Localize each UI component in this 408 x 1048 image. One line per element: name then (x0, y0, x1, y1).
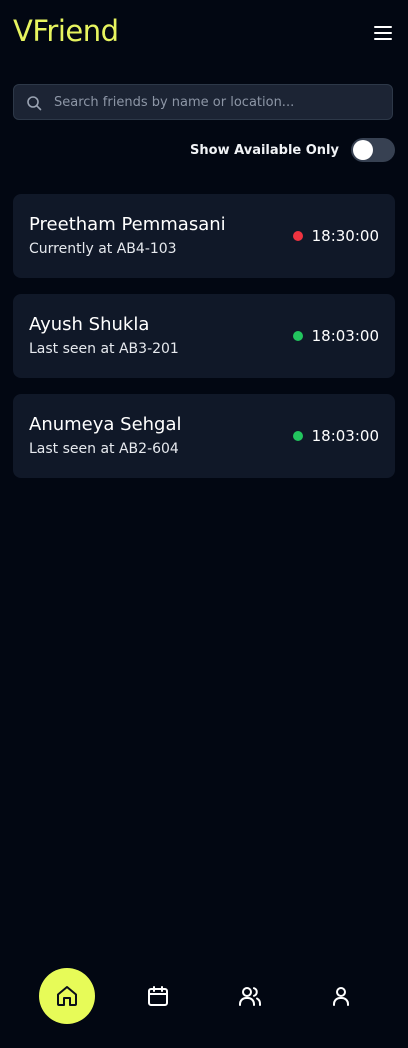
nav-profile-button[interactable] (313, 968, 369, 1024)
home-icon (57, 986, 77, 1006)
friend-location: Last seen at AB3-201 (29, 341, 179, 357)
friend-status: 18:03:00 (292, 427, 379, 445)
friend-card[interactable]: Preetham Pemmasani Currently at AB4-103 … (13, 194, 395, 278)
friend-name: Ayush Shukla (29, 314, 150, 335)
friend-location: Currently at AB4-103 (29, 241, 177, 257)
menu-button[interactable] (374, 25, 392, 41)
calendar-icon (148, 986, 168, 1006)
friend-card[interactable]: Ayush Shukla Last seen at AB3-201 18:03:… (13, 294, 395, 378)
nav-friends-button[interactable] (222, 968, 278, 1024)
friend-card[interactable]: Anumeya Sehgal Last seen at AB2-604 18:0… (13, 394, 395, 478)
friend-status: 18:03:00 (292, 327, 379, 345)
friend-name: Anumeya Sehgal (29, 414, 182, 435)
friend-time: 18:03:00 (311, 327, 379, 345)
bottom-nav (0, 965, 408, 1027)
friend-time: 18:03:00 (311, 427, 379, 445)
available-filter: Show Available Only (190, 138, 395, 162)
friend-name: Preetham Pemmasani (29, 214, 226, 235)
nav-home-button[interactable] (39, 968, 95, 1024)
friend-time: 18:30:00 (311, 227, 379, 245)
nav-calendar-button[interactable] (130, 968, 186, 1024)
header: VFriend (0, 0, 408, 70)
available-filter-label: Show Available Only (190, 142, 339, 158)
friend-status: 18:30:00 (292, 227, 379, 245)
status-dot (292, 231, 303, 241)
friend-location: Last seen at AB2-604 (29, 441, 179, 457)
app-screen: VFriend Show Available Only Preetham Pem… (0, 0, 408, 1048)
search-bar (13, 84, 393, 120)
search-icon (27, 96, 42, 111)
search-input[interactable] (54, 85, 384, 119)
user-icon (333, 987, 349, 1006)
available-only-toggle[interactable] (351, 138, 395, 162)
users-icon (239, 987, 261, 1006)
hamburger-menu-icon (374, 26, 392, 40)
status-dot (292, 331, 303, 341)
status-dot (292, 431, 303, 441)
toggle-knob (353, 140, 373, 160)
app-title: VFriend (13, 14, 119, 48)
friends-list: Preetham Pemmasani Currently at AB4-103 … (13, 194, 395, 494)
